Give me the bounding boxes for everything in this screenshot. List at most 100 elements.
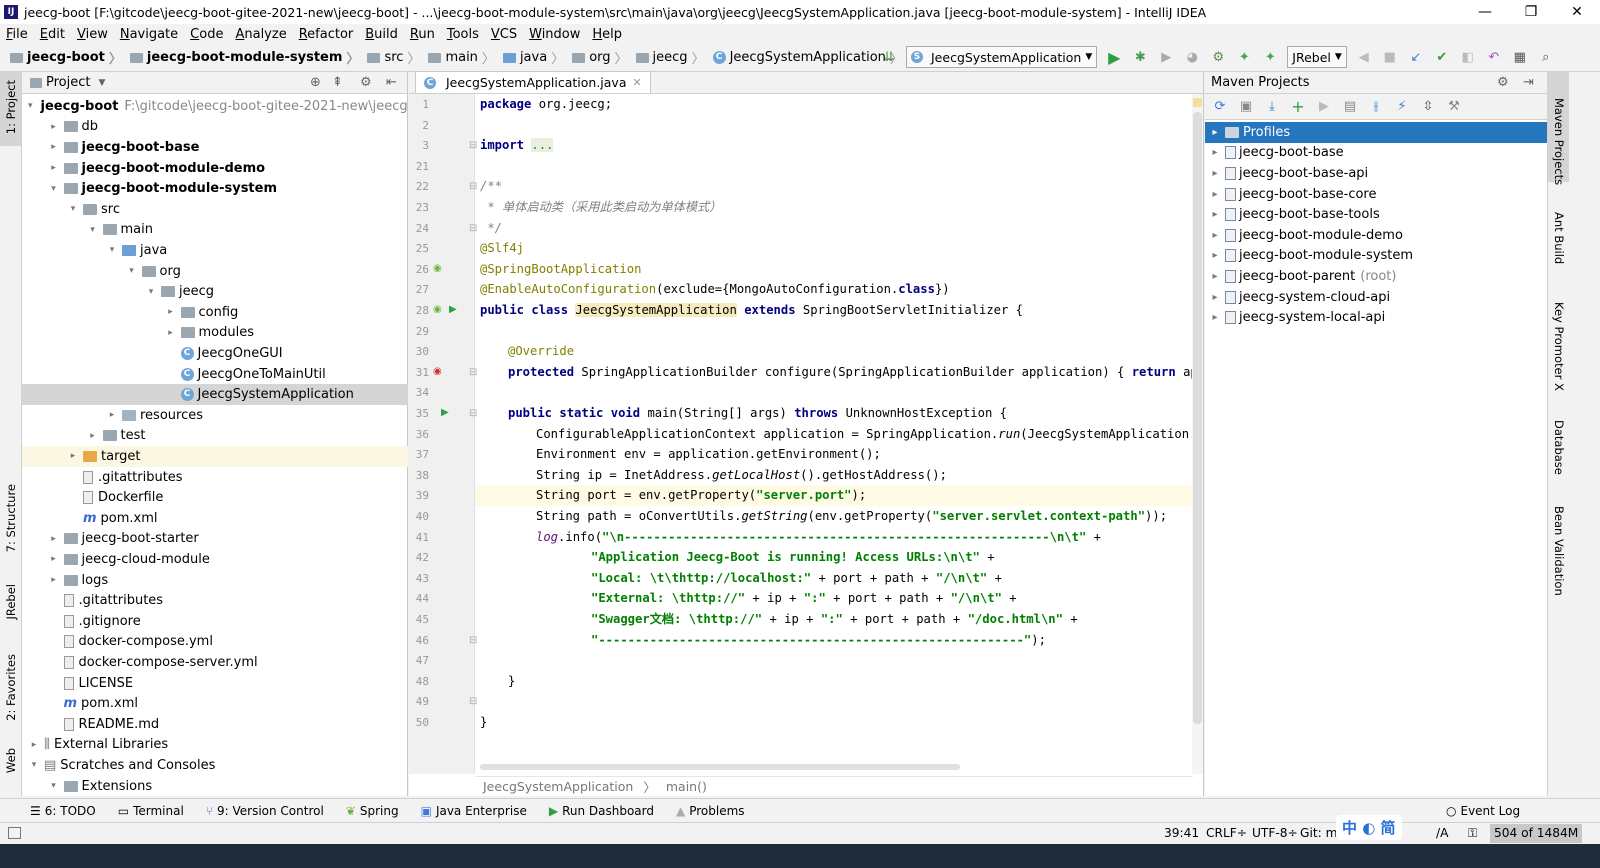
spring-bean-icon[interactable]: ◉ (433, 304, 442, 315)
minimize-button[interactable]: — (1462, 0, 1508, 24)
tree-item[interactable]: ▾ Extensions (22, 776, 408, 797)
ime-indicator[interactable]: 中 ◐ 简 (1336, 815, 1402, 840)
hide-panel-icon[interactable]: ⇥ (1523, 75, 1534, 90)
terminal-tool-button[interactable]: ▭ Terminal (118, 804, 184, 818)
ant-tool-tab[interactable]: Ant Build (1552, 212, 1566, 264)
collapse-arrow-icon[interactable]: ▸ (48, 142, 60, 152)
git-branch[interactable]: Git: m (1300, 826, 1337, 840)
expand-arrow-icon[interactable]: ▾ (145, 287, 157, 297)
maven-item[interactable]: ▸ jeecg-system-local-api (1205, 307, 1547, 328)
debug-icon[interactable]: ✱ (1131, 48, 1149, 66)
run-icon[interactable]: ▶ (1105, 48, 1123, 67)
expand-arrow-icon[interactable]: ▾ (48, 781, 60, 791)
jrebel-debug-icon[interactable]: ✦ (1235, 48, 1253, 66)
tab-jeecgsystemapplication[interactable]: C JeecgSystemApplication.java ✕ (415, 71, 651, 93)
jrebel-tool-tab[interactable]: JRebel (4, 584, 18, 620)
line-separator[interactable]: CRLF÷ (1206, 826, 1247, 840)
tree-item[interactable]: docker-compose-server.yml (22, 652, 408, 673)
expand-arrow-icon[interactable]: ▾ (28, 101, 33, 111)
collapse-arrow-icon[interactable]: ▸ (48, 163, 60, 173)
jrebel-run-icon[interactable]: ⚙ (1209, 48, 1227, 66)
tree-item[interactable]: ▾ src (22, 199, 408, 220)
tree-item[interactable]: .gitattributes (22, 467, 408, 488)
tree-item[interactable]: ▸ config (22, 302, 408, 323)
tree-item[interactable]: ▸ jeecg-boot-base (22, 137, 408, 158)
run-dashboard-tool-button[interactable]: ▶ Run Dashboard (549, 804, 654, 818)
tree-item[interactable]: ▾ jeecg (22, 281, 408, 302)
expand-arrow-icon[interactable]: ▾ (28, 760, 40, 770)
coverage-icon[interactable]: ▶ (1157, 48, 1175, 66)
menu-navigate[interactable]: Navigate (114, 27, 184, 42)
breadcrumb-org[interactable]: org 〉 (570, 48, 633, 67)
tree-item[interactable]: ▸ modules (22, 323, 408, 344)
tree-item[interactable]: ▸ db (22, 117, 408, 138)
override-icon[interactable]: ◉ (433, 366, 442, 377)
back-icon[interactable]: ◀ (1355, 48, 1373, 66)
tree-item[interactable]: .gitattributes (22, 590, 408, 611)
expand-arrow-icon[interactable]: ▸ (1205, 127, 1225, 138)
locate-icon[interactable]: ⊕ (310, 75, 321, 90)
expand-arrow-icon[interactable]: ▾ (106, 245, 118, 255)
caret-position[interactable]: 39:41 (1164, 826, 1199, 840)
toggle-offline-icon[interactable]: ⫲ (1367, 98, 1385, 116)
database-tool-tab[interactable]: Database (1552, 420, 1566, 475)
tree-item[interactable]: ▾ jeecg-boot-module-system (22, 178, 408, 199)
vcs-commit-icon[interactable]: ✔ (1433, 48, 1451, 66)
web-tool-tab[interactable]: Web (4, 748, 18, 773)
download-icon[interactable]: ⤓ (1263, 98, 1281, 116)
maven-tool-tab[interactable]: Maven Projects (1552, 98, 1566, 185)
menu-tools[interactable]: Tools (441, 27, 485, 42)
collapse-arrow-icon[interactable]: ▸ (28, 740, 40, 750)
close-tab-icon[interactable]: ✕ (633, 76, 642, 89)
breadcrumb-root[interactable]: jeecg-boot 〉 (8, 48, 128, 67)
menu-analyze[interactable]: Analyze (229, 27, 292, 42)
chevron-down-icon[interactable]: ▼ (98, 78, 105, 88)
project-tool-tab[interactable]: 1: Project (4, 80, 18, 134)
breadcrumb-jeecg[interactable]: jeecg 〉 (634, 48, 711, 67)
collapse-arrow-icon[interactable]: ▸ (67, 451, 79, 461)
gear-icon[interactable]: ⚙ (1497, 75, 1509, 90)
collapse-arrow-icon[interactable]: ▸ (48, 575, 60, 585)
maven-settings-icon[interactable]: ⚒ (1445, 98, 1463, 116)
lock-icon[interactable]: ⚿ (1468, 826, 1477, 841)
tree-item[interactable]: ▾ jeecg-boot F:\gitcode\jeecg-boot-gitee-2… (22, 96, 408, 117)
menu-window[interactable]: Window (523, 27, 586, 42)
event-log-tool-button[interactable]: ○ Event Log (1446, 804, 1520, 818)
jrebel-select[interactable]: JRebel ▼ (1287, 46, 1347, 68)
expand-arrow-icon[interactable]: ▸ (1205, 292, 1225, 303)
skip-tests-icon[interactable]: ⚡ (1393, 98, 1411, 116)
maven-item[interactable]: ▸ jeecg-boot-base-core (1205, 184, 1547, 205)
maven-item[interactable]: ▸ jeecg-boot-base-api (1205, 163, 1547, 184)
maven-item[interactable]: ▸ jeecg-boot-module-demo (1205, 225, 1547, 246)
menu-vcs[interactable]: VCS (485, 27, 523, 42)
menu-view[interactable]: View (71, 27, 114, 42)
tree-item[interactable]: C JeecgOneToMainUtil (22, 364, 408, 385)
problems-tool-button[interactable]: ▲ Problems (676, 804, 745, 818)
stop-icon[interactable]: ■ (1381, 48, 1399, 66)
crumb-method[interactable]: main() (666, 779, 707, 794)
collapse-arrow-icon[interactable]: ▸ (165, 307, 177, 317)
collapse-arrow-icon[interactable]: ▸ (165, 328, 177, 338)
vcs-update-icon[interactable]: ↙ (1407, 48, 1425, 66)
tree-item[interactable]: m pom.xml (22, 508, 408, 529)
tree-item[interactable]: Dockerfile (22, 487, 408, 508)
maven-item[interactable]: ▸ jeecg-boot-module-system (1205, 246, 1547, 267)
collapse-arrow-icon[interactable]: ▸ (87, 431, 99, 441)
java-enterprise-tool-button[interactable]: ▣ Java Enterprise (421, 804, 527, 818)
key-promoter-tool-tab[interactable]: Key Promoter X (1552, 302, 1566, 391)
tree-item[interactable]: ▸ ⫼ External Libraries (22, 735, 408, 756)
expand-arrow-icon[interactable]: ▸ (1205, 209, 1225, 220)
menu-file[interactable]: File (0, 27, 34, 42)
tree-item[interactable]: C JeecgOneGUI (22, 343, 408, 364)
maven-item[interactable]: ▸ jeecg-system-cloud-api (1205, 287, 1547, 308)
tree-item[interactable]: ▸ logs (22, 570, 408, 591)
tree-item[interactable]: README.md (22, 714, 408, 735)
bean-validation-tool-tab[interactable]: Bean Validation (1552, 506, 1566, 596)
tree-item[interactable]: docker-compose.yml (22, 632, 408, 653)
profile-icon[interactable]: ◕ (1183, 48, 1201, 66)
collapse-arrow-icon[interactable]: ▸ (48, 534, 60, 544)
collapse-icon[interactable]: ⇞ (332, 75, 343, 90)
structure-tool-tab[interactable]: 7: Structure (4, 484, 18, 552)
menu-help[interactable]: Help (586, 27, 628, 42)
maximize-button[interactable]: ❐ (1508, 0, 1554, 24)
